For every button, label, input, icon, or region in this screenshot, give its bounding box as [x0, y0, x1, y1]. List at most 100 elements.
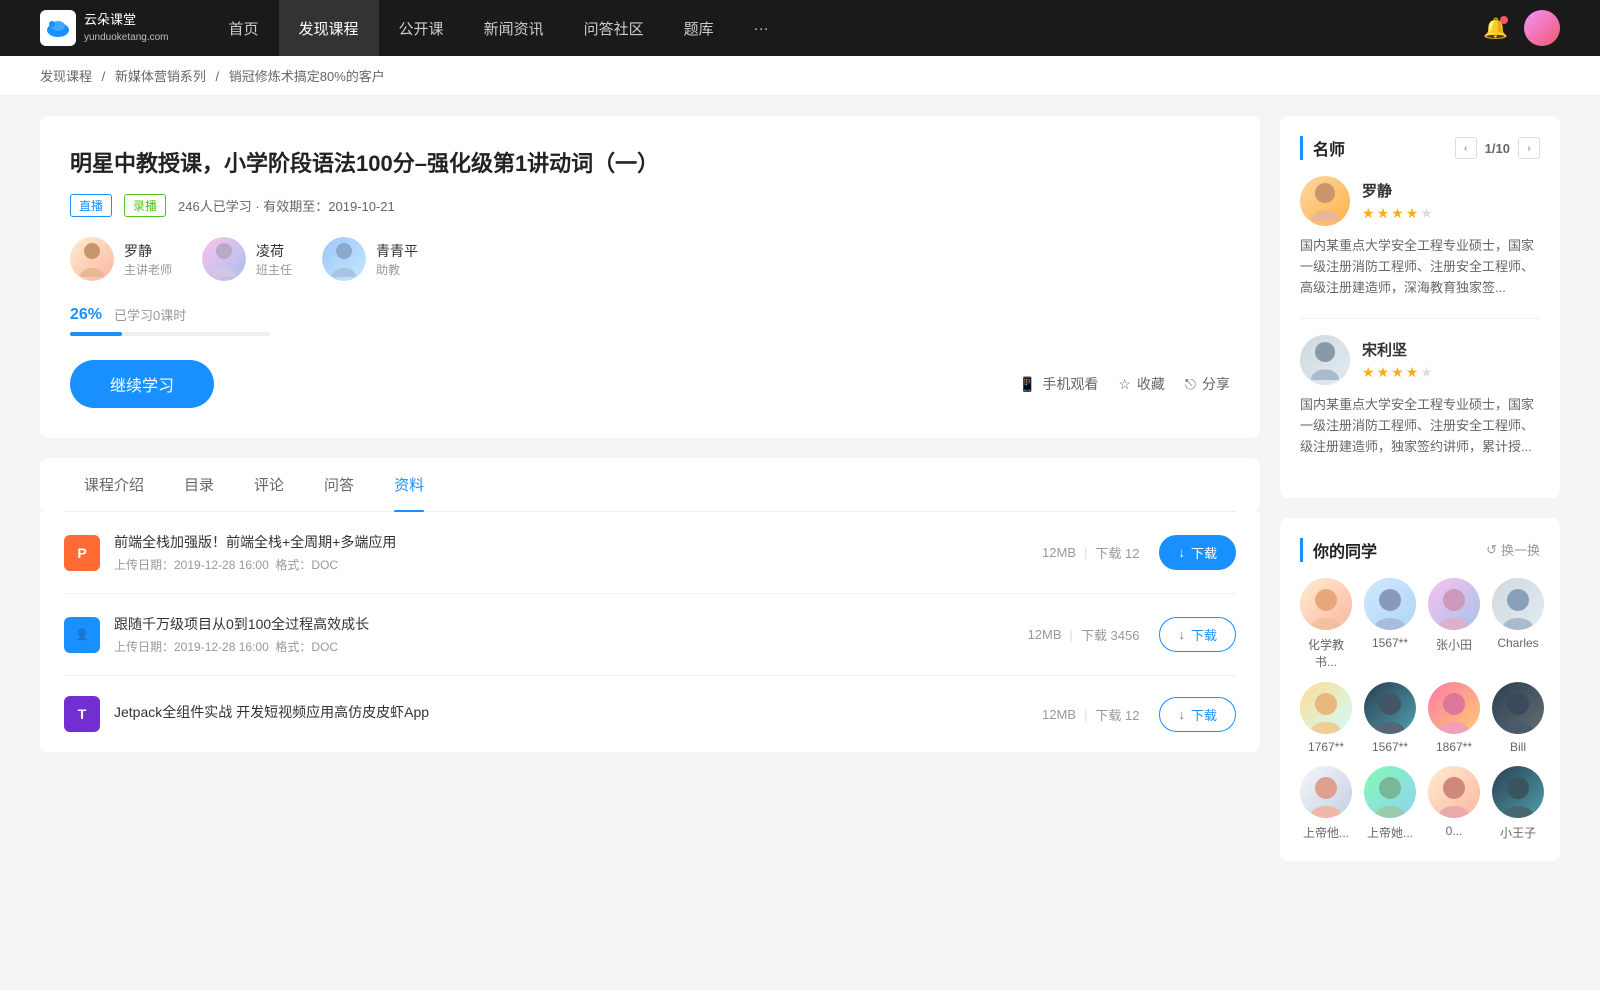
- continue-button[interactable]: 继续学习: [70, 360, 214, 408]
- classmate-4: 1767**: [1300, 682, 1352, 754]
- teacher-role-0: 主讲老师: [124, 261, 172, 278]
- classmate-name-11: 小王子: [1500, 824, 1536, 841]
- resource-icon-2: T: [64, 696, 100, 732]
- refresh-button[interactable]: ↺ 换一换: [1486, 540, 1540, 559]
- course-stats: 246人已学习 · 有效期至：2019-10-21: [178, 196, 395, 215]
- resource-meta-1: 上传日期：2019-12-28 16:00 格式：DOC: [114, 638, 1028, 655]
- progress-label: 已学习0课时: [114, 305, 186, 324]
- notification-dot: [1500, 16, 1508, 24]
- collect-link[interactable]: ☆ 收藏: [1118, 374, 1165, 394]
- mobile-label: 手机观看: [1042, 374, 1098, 394]
- teacher-info-1: 凌荷 班主任: [256, 241, 292, 278]
- mobile-watch-link[interactable]: 📱 手机观看: [1019, 374, 1098, 394]
- teacher-info-0: 罗静 主讲老师: [124, 241, 172, 278]
- classmate-8: 上帝他...: [1300, 766, 1352, 841]
- teacher-name-1: 凌荷: [256, 241, 292, 261]
- teacher-avatar-1: [202, 237, 246, 281]
- teacher-profile-desc-0: 国内某重点大学安全工程专业硕士，国家一级注册消防工程师、注册安全工程师、高级注册…: [1300, 236, 1540, 298]
- classmate-2: 张小田: [1428, 578, 1480, 670]
- teacher-1: 凌荷 班主任: [202, 237, 292, 281]
- nav-home[interactable]: 首页: [209, 0, 279, 56]
- resource-stats-1: 12MB | 下载 3456: [1028, 625, 1140, 644]
- logo[interactable]: 云朵课堂yunduoketang.com: [40, 10, 169, 46]
- download-icon-1: ↓: [1178, 627, 1185, 642]
- logo-text: 云朵课堂yunduoketang.com: [84, 12, 169, 44]
- collect-label: 收藏: [1137, 374, 1165, 394]
- teacher-role-1: 班主任: [256, 261, 292, 278]
- classmate-name-5: 1567**: [1372, 740, 1408, 754]
- classmate-avatar-10: [1428, 766, 1480, 818]
- notification-bell[interactable]: 🔔: [1483, 16, 1508, 41]
- download-button-0[interactable]: ↓ 下载: [1159, 535, 1236, 570]
- classmate-avatar-11: [1492, 766, 1544, 818]
- teachers-sidebar-title: 名师 ‹ 1/10 ›: [1300, 136, 1540, 160]
- classmate-9: 上帝她...: [1364, 766, 1416, 841]
- teachers-sidebar-card: 名师 ‹ 1/10 › 罗静: [1280, 116, 1560, 498]
- breadcrumb-link-discover[interactable]: 发现课程: [40, 69, 92, 84]
- nav-news[interactable]: 新闻资讯: [464, 0, 564, 56]
- resource-name-2: Jetpack全组件实战 开发短视频应用高仿皮皮虾App: [114, 702, 1042, 722]
- tab-catalog[interactable]: 目录: [164, 458, 234, 511]
- resource-size-2: 12MB: [1042, 707, 1076, 722]
- teacher-profile-avatar-0: [1300, 176, 1350, 226]
- resource-info-2: Jetpack全组件实战 开发短视频应用高仿皮皮虾App: [114, 702, 1042, 726]
- nav-items: 首页 发现课程 公开课 新闻资讯 问答社区 题库 ···: [209, 0, 1484, 56]
- tab-review[interactable]: 评论: [234, 458, 304, 511]
- classmate-5: 1567**: [1364, 682, 1416, 754]
- classmates-card: 你的同学 ↺ 换一换 化学教书...: [1280, 518, 1560, 861]
- course-title: 明星中教授课，小学阶段语法100分–强化级第1讲动词（一）: [70, 146, 1230, 178]
- badge-record: 录播: [124, 194, 166, 217]
- teacher-profile-name-0: 罗静: [1362, 180, 1433, 201]
- teacher-2: 青青平 助教: [322, 237, 418, 281]
- action-links: 📱 手机观看 ☆ 收藏 ⎋ 分享: [1019, 374, 1230, 394]
- nav-right: 🔔: [1483, 10, 1560, 46]
- classmate-avatar-1: [1364, 578, 1416, 630]
- share-label: 分享: [1202, 374, 1230, 394]
- teacher-stars-1: ★ ★ ★ ★ ★: [1362, 364, 1433, 381]
- nav-discover[interactable]: 发现课程: [279, 0, 379, 56]
- tab-qa[interactable]: 问答: [304, 458, 374, 511]
- tab-intro[interactable]: 课程介绍: [64, 458, 164, 511]
- classmate-avatar-2: [1428, 578, 1480, 630]
- navbar: 云朵课堂yunduoketang.com 首页 发现课程 公开课 新闻资讯 问答…: [0, 0, 1600, 56]
- resource-size-0: 12MB: [1042, 545, 1076, 560]
- nav-quiz[interactable]: 题库: [664, 0, 734, 56]
- nav-opencourse[interactable]: 公开课: [379, 0, 464, 56]
- teacher-avatar-0: [70, 237, 114, 281]
- download-icon-2: ↓: [1178, 707, 1185, 722]
- nav-qa[interactable]: 问答社区: [564, 0, 664, 56]
- teachers-next-button[interactable]: ›: [1518, 137, 1540, 159]
- teachers: 罗静 主讲老师 凌荷 班主任: [70, 237, 1230, 281]
- user-avatar[interactable]: [1524, 10, 1560, 46]
- teacher-0: 罗静 主讲老师: [70, 237, 172, 281]
- breadcrumb: 发现课程 / 新媒体营销系列 / 销冠修炼术搞定80%的客户: [0, 56, 1600, 96]
- nav-more[interactable]: ···: [734, 0, 789, 56]
- teachers-title-text: 名师: [1313, 136, 1345, 160]
- download-button-1[interactable]: ↓ 下载: [1159, 617, 1236, 652]
- mobile-icon: 📱: [1019, 376, 1036, 393]
- download-button-2[interactable]: ↓ 下载: [1159, 697, 1236, 732]
- teacher-profile-avatar-1: [1300, 335, 1350, 385]
- teachers-prev-button[interactable]: ‹: [1455, 137, 1477, 159]
- teacher-profile-name-1: 宋利坚: [1362, 339, 1433, 360]
- badge-live: 直播: [70, 194, 112, 217]
- breadcrumb-link-series[interactable]: 新媒体营销系列: [115, 69, 206, 84]
- classmates-header: 你的同学 ↺ 换一换: [1300, 538, 1540, 562]
- resource-list: P 前端全栈加强版！前端全栈+全周期+多端应用 上传日期：2019-12-28 …: [40, 512, 1260, 752]
- classmate-avatar-4: [1300, 682, 1352, 734]
- progress-fill: [70, 332, 122, 336]
- teacher-divider: [1300, 318, 1540, 319]
- classmate-10: 0...: [1428, 766, 1480, 841]
- tab-resource[interactable]: 资料: [374, 458, 444, 511]
- teacher-role-2: 助教: [376, 261, 418, 278]
- classmate-avatar-3: [1492, 578, 1544, 630]
- classmate-name-9: 上帝她...: [1367, 824, 1413, 841]
- teachers-nav: ‹ 1/10 ›: [1455, 137, 1540, 159]
- teacher-profile-1: 宋利坚 ★ ★ ★ ★ ★ 国内某重点大学安全工程专业硕士，国家一级注册消防工程…: [1300, 335, 1540, 457]
- classmate-6: 1867**: [1428, 682, 1480, 754]
- resource-name-1: 跟随千万级项目从0到100全过程高效成长: [114, 614, 1028, 634]
- resource-downloads-2: 下载 12: [1095, 705, 1139, 724]
- breadcrumb-current: 销冠修炼术搞定80%的客户: [229, 69, 385, 84]
- share-link[interactable]: ⎋ 分享: [1185, 374, 1230, 394]
- classmate-avatar-9: [1364, 766, 1416, 818]
